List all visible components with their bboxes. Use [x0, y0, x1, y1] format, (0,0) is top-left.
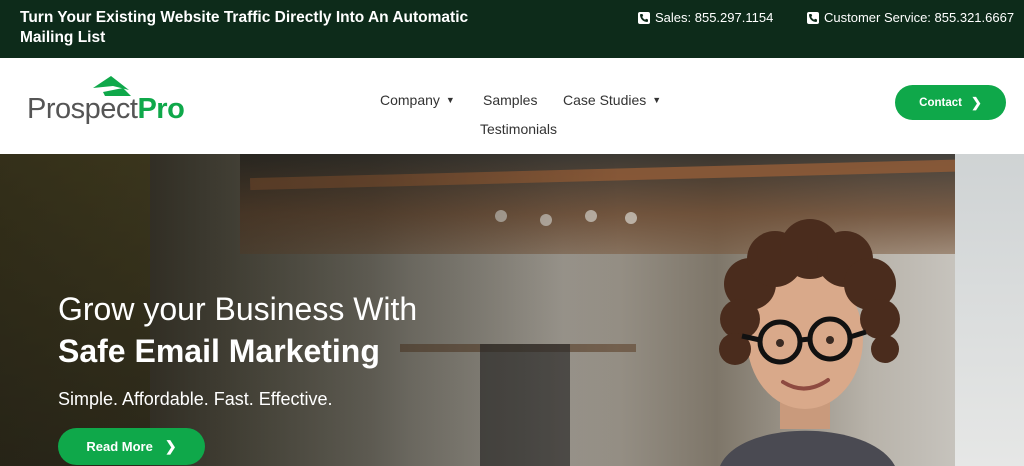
site-header: ProspectPro Company ▼ Samples Case Studi… — [0, 58, 1024, 154]
chevron-down-icon: ▼ — [652, 95, 662, 105]
hero-subtitle: Simple. Affordable. Fast. Effective. — [58, 389, 333, 409]
read-more-button[interactable]: Read More ❯ — [58, 428, 205, 465]
logo-wordmark: ProspectPro — [27, 93, 185, 125]
nav-item-testimonials[interactable]: Testimonials — [480, 121, 557, 137]
contact-button-label: Contact — [919, 96, 962, 109]
lamp-icon — [625, 212, 637, 224]
sales-phone-text: Sales: 855.297.1154 — [655, 10, 774, 25]
prospectpro-logo[interactable]: ProspectPro — [27, 76, 197, 134]
nav-item-samples[interactable]: Samples — [483, 92, 537, 108]
sales-phone[interactable]: Sales: 855.297.1154 — [638, 10, 773, 26]
nav-item-case-studies[interactable]: Case Studies ▼ — [563, 92, 661, 108]
phone-icon — [807, 12, 819, 24]
hero-background-window — [955, 154, 1024, 466]
hero-person-image — [719, 219, 900, 466]
chevron-right-icon: ❯ — [970, 94, 982, 110]
phone-icon — [638, 12, 650, 24]
top-bar-tagline: Turn Your Existing Website Traffic Direc… — [20, 9, 469, 46]
hero-heading-line2: Safe Email Marketing — [58, 333, 380, 369]
hero-section: Grow your Business With Safe Email Marke… — [0, 154, 1024, 466]
chevron-down-icon: ▼ — [445, 95, 455, 105]
contact-button[interactable]: Contact ❯ — [895, 85, 1006, 120]
nav-item-company-label: Company — [380, 92, 440, 108]
nav-item-samples-label: Samples — [483, 92, 538, 108]
chevron-right-icon: ❯ — [164, 438, 177, 454]
nav-item-case-studies-label: Case Studies — [563, 92, 647, 108]
hero-heading-line1: Grow your Business With — [58, 291, 418, 327]
nav-item-testimonials-label: Testimonials — [480, 121, 558, 137]
nav-item-company[interactable]: Company ▼ — [380, 92, 455, 108]
customer-service-phone-text: Customer Service: 855.321.6667 — [824, 10, 1015, 25]
customer-service-phone[interactable]: Customer Service: 855.321.6667 — [807, 10, 1014, 26]
read-more-button-label: Read More — [86, 439, 153, 454]
top-bar: Turn Your Existing Website Traffic Direc… — [0, 0, 1024, 58]
main-nav: Company ▼ Samples Case Studies ▼ Testimo… — [370, 86, 680, 146]
